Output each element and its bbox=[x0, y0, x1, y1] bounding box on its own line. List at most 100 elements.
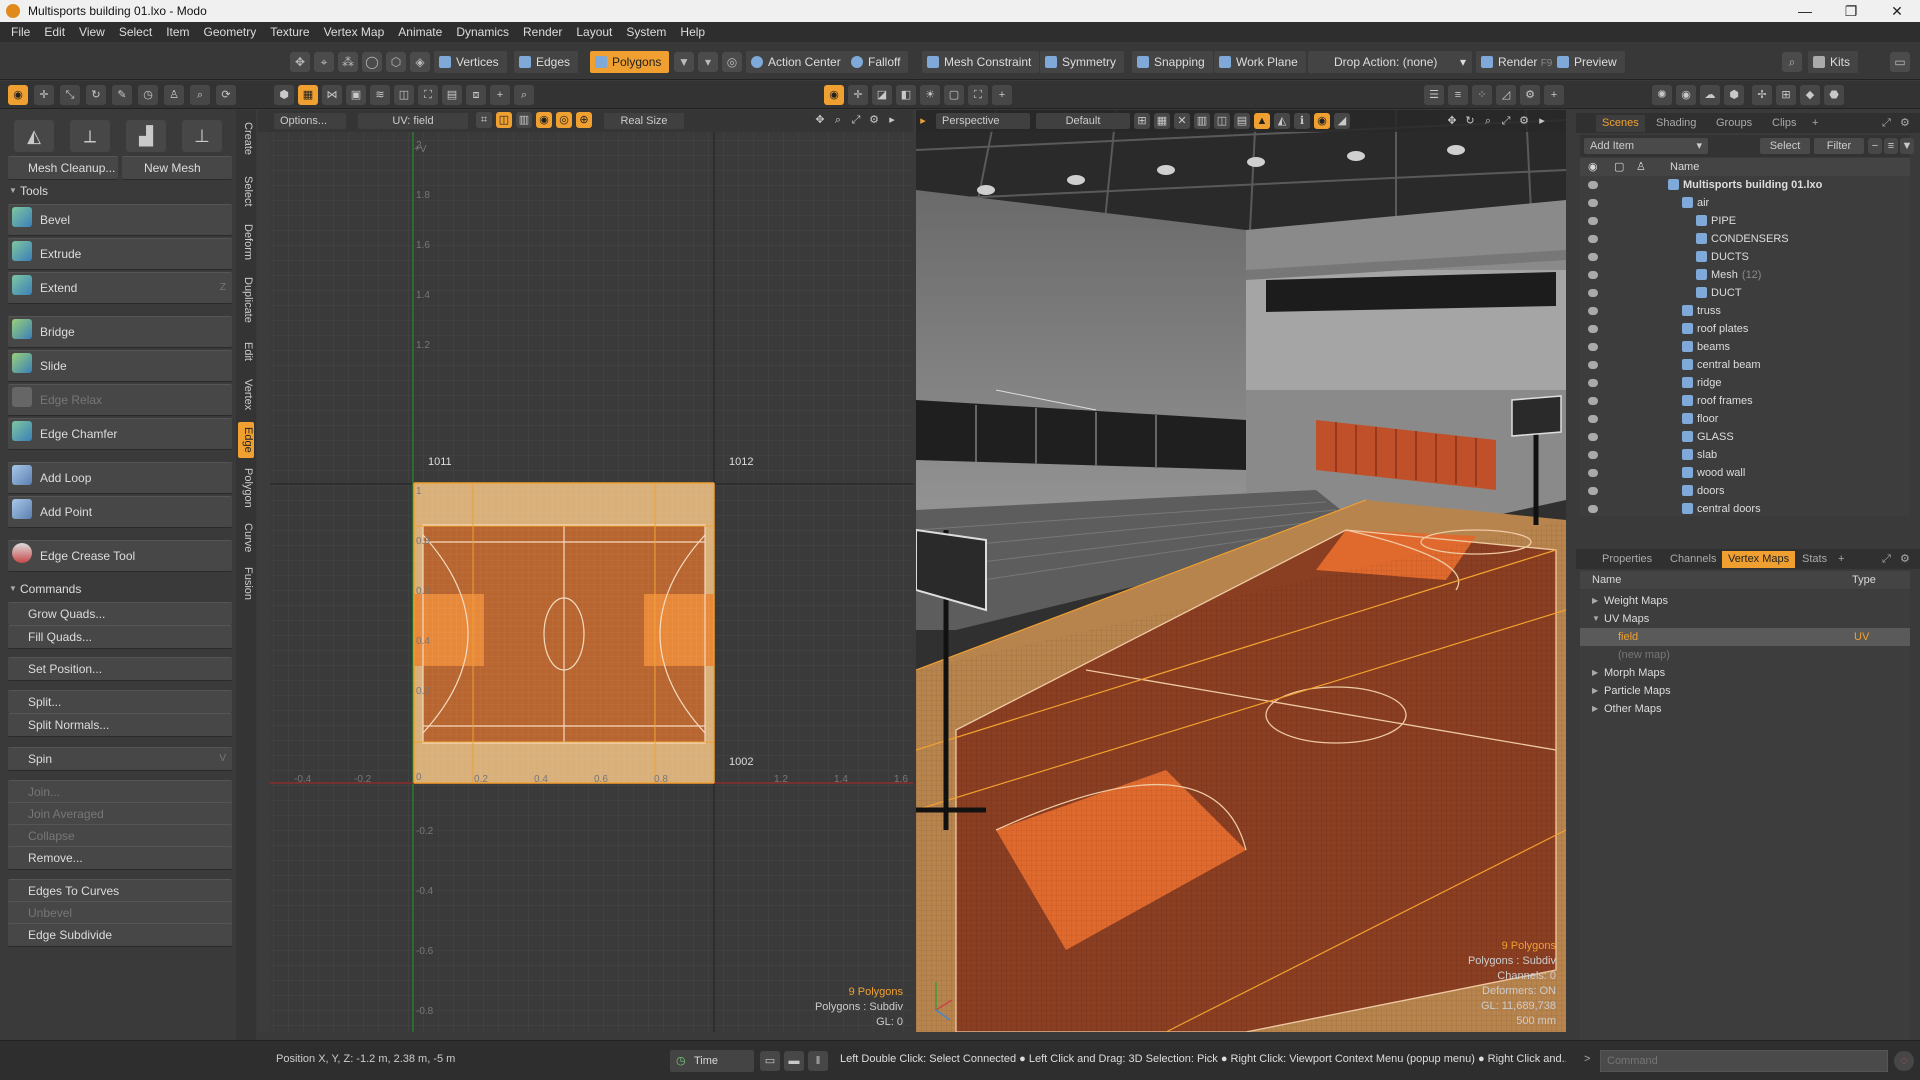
scene-item[interactable]: PIPE bbox=[1580, 212, 1910, 230]
menu-system[interactable]: System bbox=[619, 25, 673, 39]
bars-icon[interactable]: ▥ bbox=[1194, 113, 1210, 129]
drop-action-dropdown[interactable]: Drop Action: (none) ▾ bbox=[1308, 51, 1472, 73]
visibility-eye-icon[interactable] bbox=[1588, 433, 1598, 441]
scene-item[interactable]: roof plates bbox=[1580, 320, 1910, 338]
pan-icon[interactable]: ✥ bbox=[1444, 113, 1460, 129]
menu-vertex-map[interactable]: Vertex Map bbox=[317, 25, 392, 39]
extend-button[interactable]: Extend Z bbox=[8, 272, 232, 304]
tab-scenes[interactable]: Scenes bbox=[1596, 115, 1645, 132]
view-menu-arrow-icon[interactable]: ▸ bbox=[884, 112, 900, 128]
menu-geometry[interactable]: Geometry bbox=[197, 25, 264, 39]
scene-item[interactable]: roof frames bbox=[1580, 392, 1910, 410]
join-button[interactable]: Join... bbox=[8, 780, 232, 804]
uv-stitch-icon[interactable]: ⧈ bbox=[466, 85, 486, 105]
mesh-constraint-button[interactable]: Mesh Constraint bbox=[922, 51, 1040, 73]
scene-material-icon[interactable]: ◆ bbox=[1800, 85, 1820, 105]
name-column-header[interactable]: Name bbox=[1670, 158, 1699, 176]
figure-icon[interactable]: ♙ bbox=[164, 85, 184, 105]
new-mesh-button[interactable]: New Mesh bbox=[122, 156, 232, 180]
scene-camera-icon[interactable]: ◉ bbox=[1676, 85, 1696, 105]
spin-button[interactable]: Spin V bbox=[8, 747, 232, 771]
bevel-button[interactable]: Bevel bbox=[8, 204, 232, 236]
search-icon[interactable]: ⌕ bbox=[1782, 52, 1802, 72]
refresh-icon[interactable]: ⟳ bbox=[216, 85, 236, 105]
fill-quads-button[interactable]: Fill Quads... bbox=[8, 625, 232, 649]
camera-icon[interactable]: ◭ bbox=[1274, 113, 1290, 129]
visibility-eye-icon[interactable] bbox=[1588, 397, 1598, 405]
vmap-name-column[interactable]: Name bbox=[1592, 571, 1621, 589]
uv-grid-toggle-icon[interactable]: ⌗ bbox=[476, 112, 492, 128]
add-panel-icon[interactable]: + bbox=[1544, 85, 1564, 105]
view-ortho-icon[interactable]: ◪ bbox=[872, 85, 892, 105]
add-tab-icon[interactable]: + bbox=[1806, 115, 1824, 132]
uv-canvas[interactable] bbox=[258, 110, 913, 1032]
falloff-button[interactable]: Falloff bbox=[846, 51, 909, 73]
move-icon[interactable]: ✛ bbox=[34, 85, 54, 105]
visibility-eye-icon[interactable] bbox=[1588, 325, 1598, 333]
menu-layout[interactable]: Layout bbox=[569, 25, 619, 39]
scene-item-list[interactable]: Multisports building 01.lxo air PIPE CONDEN… bbox=[1580, 176, 1910, 516]
rotate-icon[interactable]: ↻ bbox=[86, 85, 106, 105]
grid-icon[interactable]: ⊞ bbox=[1134, 113, 1150, 129]
join-averaged-button[interactable]: Join Averaged bbox=[8, 802, 232, 826]
view-solid-icon[interactable]: ◉ bbox=[824, 85, 844, 105]
commands-section-header[interactable]: Commands bbox=[8, 580, 232, 598]
uv-options-button[interactable]: Options... bbox=[274, 113, 346, 129]
uv-fit-icon[interactable]: ⛶ bbox=[418, 85, 438, 105]
uv-project-icon[interactable]: ▣ bbox=[346, 85, 366, 105]
vertex-map-item[interactable]: ▶ Weight Maps bbox=[1580, 592, 1910, 610]
fit-icon[interactable]: ⤢ bbox=[1498, 113, 1514, 129]
vertex-map-list[interactable]: ▶ Weight Maps ▼ UV Maps field UV (new map) ▶ Mor… bbox=[1580, 590, 1910, 1040]
scene-item[interactable]: truss bbox=[1580, 302, 1910, 320]
scene-item[interactable]: central doors bbox=[1580, 500, 1910, 516]
work-plane-button[interactable]: Work Plane bbox=[1214, 51, 1306, 73]
overlay-icon[interactable]: ◉ bbox=[1314, 113, 1330, 129]
tab-fusion[interactable]: Fusion bbox=[238, 562, 254, 606]
menu-select[interactable]: Select bbox=[112, 25, 159, 39]
menu-file[interactable]: File bbox=[4, 25, 37, 39]
view-pan-icon[interactable]: ✛ bbox=[848, 85, 868, 105]
tab-channels[interactable]: Channels bbox=[1664, 551, 1722, 568]
tab-curve[interactable]: Curve bbox=[238, 518, 254, 558]
visibility-eye-icon[interactable] bbox=[1588, 343, 1598, 351]
tab-stats[interactable]: Stats bbox=[1796, 551, 1833, 568]
material-mode-icon[interactable]: ◈ bbox=[410, 52, 430, 72]
tab-groups[interactable]: Groups bbox=[1710, 115, 1758, 132]
pen-icon[interactable]: ✎ bbox=[112, 85, 132, 105]
mesh-cleanup-button[interactable]: Mesh Cleanup... bbox=[8, 156, 118, 180]
add-point-button[interactable]: Add Point bbox=[8, 496, 232, 528]
primitive-cone-icon[interactable]: ◭ bbox=[14, 120, 54, 152]
material-select-icon[interactable]: ▼ bbox=[674, 52, 694, 72]
tools-section-header[interactable]: Tools bbox=[8, 182, 232, 200]
visibility-eye-icon[interactable] bbox=[1588, 289, 1598, 297]
playback-icon[interactable]: ▬ bbox=[784, 1051, 804, 1071]
uv-align-icon[interactable]: ▤ bbox=[442, 85, 462, 105]
chevron-right-icon[interactable]: ▶ bbox=[1592, 664, 1598, 682]
chevron-down-icon[interactable]: ▼ bbox=[1592, 610, 1600, 628]
collapse-button[interactable]: Collapse bbox=[8, 824, 232, 848]
scene-mesh-icon[interactable]: ⬢ bbox=[1724, 85, 1744, 105]
perspective-canvas[interactable] bbox=[916, 110, 1566, 1032]
zoom-view-icon[interactable]: ⌕ bbox=[830, 112, 846, 128]
scene-item[interactable]: Mesh (12) bbox=[1580, 266, 1910, 284]
collapse-icon[interactable]: − bbox=[1868, 138, 1882, 154]
list-icon[interactable]: ☰ bbox=[1424, 85, 1444, 105]
uv-add-icon[interactable]: + bbox=[490, 85, 510, 105]
vertices-button[interactable]: Vertices bbox=[434, 51, 507, 73]
visibility-eye-icon[interactable] bbox=[1588, 217, 1598, 225]
uv-grid-icon[interactable]: ▦ bbox=[298, 85, 318, 105]
tab-edge[interactable]: Edge bbox=[238, 422, 254, 458]
clock-icon[interactable]: ◷ bbox=[138, 85, 158, 105]
auto-select-icon[interactable]: ◎ bbox=[722, 52, 742, 72]
select-icon[interactable]: ⌖ bbox=[314, 52, 334, 72]
lighting-icon[interactable]: ▲ bbox=[1254, 113, 1270, 129]
panel-settings-icon[interactable]: ⚙ bbox=[1894, 551, 1916, 568]
menu-view[interactable]: View bbox=[72, 25, 112, 39]
layout-icon[interactable]: ▭ bbox=[1890, 52, 1910, 72]
scene-item[interactable]: central beam bbox=[1580, 356, 1910, 374]
bridge-button[interactable]: Bridge bbox=[8, 316, 232, 348]
scene-item[interactable]: GLASS bbox=[1580, 428, 1910, 446]
primitive-pivot-icon[interactable]: ⊥ bbox=[182, 120, 222, 152]
visibility-eye-icon[interactable] bbox=[1588, 505, 1598, 513]
view-settings-icon[interactable]: ⚙ bbox=[866, 112, 882, 128]
